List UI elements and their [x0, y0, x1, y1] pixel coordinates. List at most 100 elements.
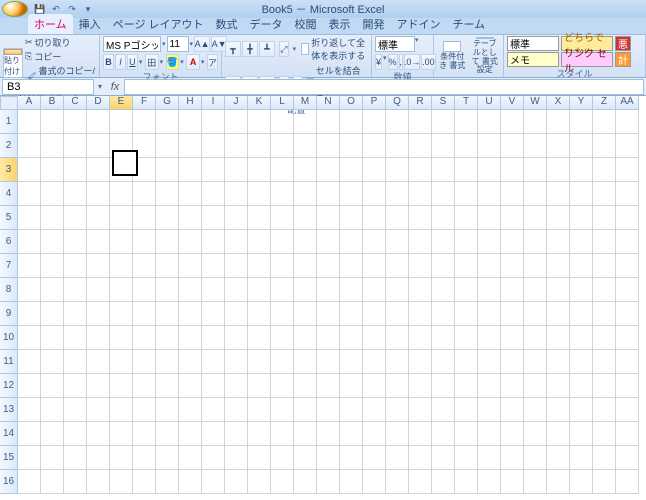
cell-R15[interactable]	[409, 446, 432, 470]
cell-Q6[interactable]	[386, 230, 409, 254]
bold-button[interactable]: B	[103, 54, 114, 70]
cell-O7[interactable]	[340, 254, 363, 278]
cell-E9[interactable]	[110, 302, 133, 326]
cell-S3[interactable]	[432, 158, 455, 182]
cell-Y12[interactable]	[570, 374, 593, 398]
cell-H10[interactable]	[179, 326, 202, 350]
cell-Q5[interactable]	[386, 206, 409, 230]
cell-K7[interactable]	[248, 254, 271, 278]
cell-H4[interactable]	[179, 182, 202, 206]
cell-X14[interactable]	[547, 422, 570, 446]
style-calc[interactable]: 計	[615, 52, 631, 67]
cell-K13[interactable]	[248, 398, 271, 422]
cell-I13[interactable]	[202, 398, 225, 422]
cell-A11[interactable]	[18, 350, 41, 374]
cell-R14[interactable]	[409, 422, 432, 446]
cell-D8[interactable]	[87, 278, 110, 302]
cell-M1[interactable]	[294, 110, 317, 134]
cell-K3[interactable]	[248, 158, 271, 182]
col-header-P[interactable]: P	[363, 96, 386, 110]
cell-X15[interactable]	[547, 446, 570, 470]
cell-AA4[interactable]	[616, 182, 639, 206]
cell-K5[interactable]	[248, 206, 271, 230]
cell-G4[interactable]	[156, 182, 179, 206]
cell-P10[interactable]	[363, 326, 386, 350]
cell-S10[interactable]	[432, 326, 455, 350]
cell-L13[interactable]	[271, 398, 294, 422]
cell-E14[interactable]	[110, 422, 133, 446]
cell-N6[interactable]	[317, 230, 340, 254]
cell-D12[interactable]	[87, 374, 110, 398]
cell-M13[interactable]	[294, 398, 317, 422]
cell-J9[interactable]	[225, 302, 248, 326]
style-normal[interactable]: 標準	[507, 36, 559, 51]
cell-Y13[interactable]	[570, 398, 593, 422]
cell-R8[interactable]	[409, 278, 432, 302]
cell-H1[interactable]	[179, 110, 202, 134]
cell-K4[interactable]	[248, 182, 271, 206]
row-header-6[interactable]: 6	[0, 230, 18, 254]
cell-N5[interactable]	[317, 206, 340, 230]
cell-L7[interactable]	[271, 254, 294, 278]
cell-U16[interactable]	[478, 470, 501, 494]
cell-H15[interactable]	[179, 446, 202, 470]
cell-C6[interactable]	[64, 230, 87, 254]
cell-W3[interactable]	[524, 158, 547, 182]
cell-C1[interactable]	[64, 110, 87, 134]
cell-L4[interactable]	[271, 182, 294, 206]
cell-U2[interactable]	[478, 134, 501, 158]
cell-H3[interactable]	[179, 158, 202, 182]
cell-Y14[interactable]	[570, 422, 593, 446]
cell-D6[interactable]	[87, 230, 110, 254]
cell-V7[interactable]	[501, 254, 524, 278]
row-header-12[interactable]: 12	[0, 374, 18, 398]
cell-T7[interactable]	[455, 254, 478, 278]
cell-D7[interactable]	[87, 254, 110, 278]
cell-T9[interactable]	[455, 302, 478, 326]
cell-D14[interactable]	[87, 422, 110, 446]
worksheet-grid[interactable]: ABCDEFGHIJKLMNOPQRSTUVWXYZAA 12345678910…	[0, 96, 646, 500]
cell-E5[interactable]	[110, 206, 133, 230]
cell-M15[interactable]	[294, 446, 317, 470]
cell-Q16[interactable]	[386, 470, 409, 494]
cell-S14[interactable]	[432, 422, 455, 446]
cell-V16[interactable]	[501, 470, 524, 494]
cell-J4[interactable]	[225, 182, 248, 206]
cell-R2[interactable]	[409, 134, 432, 158]
cell-P5[interactable]	[363, 206, 386, 230]
cell-U13[interactable]	[478, 398, 501, 422]
cell-D16[interactable]	[87, 470, 110, 494]
cell-E4[interactable]	[110, 182, 133, 206]
cell-Y15[interactable]	[570, 446, 593, 470]
cell-A4[interactable]	[18, 182, 41, 206]
cell-A14[interactable]	[18, 422, 41, 446]
cell-I4[interactable]	[202, 182, 225, 206]
cell-E13[interactable]	[110, 398, 133, 422]
cell-J8[interactable]	[225, 278, 248, 302]
italic-button[interactable]: I	[115, 54, 126, 70]
cell-N3[interactable]	[317, 158, 340, 182]
row-header-13[interactable]: 13	[0, 398, 18, 422]
cell-L16[interactable]	[271, 470, 294, 494]
underline-button[interactable]: U	[127, 54, 138, 70]
fx-icon[interactable]: fx	[106, 81, 124, 93]
col-header-N[interactable]: N	[317, 96, 340, 110]
cell-G6[interactable]	[156, 230, 179, 254]
cell-T8[interactable]	[455, 278, 478, 302]
cell-Z4[interactable]	[593, 182, 616, 206]
cell-Z16[interactable]	[593, 470, 616, 494]
cell-N2[interactable]	[317, 134, 340, 158]
cell-L9[interactable]	[271, 302, 294, 326]
cell-M12[interactable]	[294, 374, 317, 398]
cell-X12[interactable]	[547, 374, 570, 398]
currency-button[interactable]: ¥	[375, 54, 382, 70]
cell-X11[interactable]	[547, 350, 570, 374]
cell-Y8[interactable]	[570, 278, 593, 302]
office-button[interactable]	[2, 1, 28, 17]
cell-Z10[interactable]	[593, 326, 616, 350]
cell-F13[interactable]	[133, 398, 156, 422]
cell-B9[interactable]	[41, 302, 64, 326]
cell-K10[interactable]	[248, 326, 271, 350]
cell-Y11[interactable]	[570, 350, 593, 374]
style-bad[interactable]: 悪	[615, 36, 631, 51]
